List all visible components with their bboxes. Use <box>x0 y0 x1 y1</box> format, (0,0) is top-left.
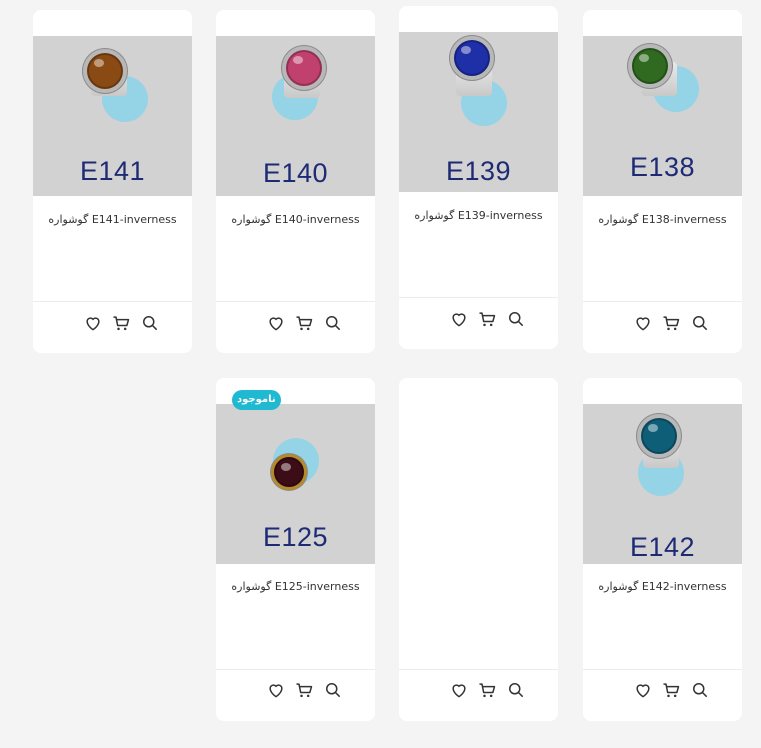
product-title[interactable]: گوشواره E138-inverness <box>583 213 742 226</box>
divider <box>399 297 558 298</box>
gemstone-icon <box>83 49 127 93</box>
product-actions <box>216 680 375 700</box>
divider <box>33 301 192 302</box>
search-icon[interactable] <box>506 309 526 329</box>
search-icon[interactable] <box>690 313 710 333</box>
cart-icon[interactable] <box>661 680 681 700</box>
product-title[interactable]: گوشواره E141-inverness <box>33 213 192 226</box>
out-of-stock-badge: ناموجود <box>232 390 281 410</box>
product-code-label: E138 <box>629 152 696 182</box>
product-actions <box>216 313 375 333</box>
cart-icon[interactable] <box>294 313 314 333</box>
product-code-label: E140 <box>262 158 329 188</box>
product-code-label: E142 <box>629 532 696 562</box>
divider <box>399 669 558 670</box>
heart-icon[interactable] <box>633 313 653 333</box>
divider <box>583 301 742 302</box>
product-card: E138 گوشواره E138-inverness <box>583 10 742 353</box>
product-actions <box>33 313 192 333</box>
heart-icon[interactable] <box>633 680 653 700</box>
gemstone-icon <box>450 36 494 80</box>
product-card-placeholder <box>399 378 558 721</box>
product-title[interactable]: گوشواره E142-inverness <box>583 580 742 593</box>
product-actions <box>399 680 558 700</box>
heart-icon[interactable] <box>449 309 469 329</box>
product-actions <box>583 680 742 700</box>
cart-icon[interactable] <box>294 680 314 700</box>
product-card: E141 گوشواره E141-inverness <box>33 10 192 353</box>
product-image[interactable]: E125 <box>216 404 375 564</box>
search-icon[interactable] <box>323 313 343 333</box>
cart-icon[interactable] <box>477 680 497 700</box>
divider <box>216 301 375 302</box>
product-code-label: E125 <box>262 522 329 552</box>
product-card: E140 گوشواره E140-inverness <box>216 10 375 353</box>
cart-icon[interactable] <box>477 309 497 329</box>
product-image[interactable]: E140 <box>216 36 375 196</box>
divider <box>583 669 742 670</box>
heart-icon[interactable] <box>83 313 103 333</box>
heart-icon[interactable] <box>266 313 286 333</box>
product-title[interactable]: گوشواره E140-inverness <box>216 213 375 226</box>
product-card: E139 گوشواره E139-inverness <box>399 6 558 349</box>
divider <box>216 669 375 670</box>
product-image[interactable]: E142 <box>583 404 742 564</box>
product-actions <box>583 313 742 333</box>
product-card: E142 گوشواره E142-inverness <box>583 378 742 721</box>
search-icon[interactable] <box>140 313 160 333</box>
product-actions <box>399 309 558 329</box>
product-image[interactable]: E138 <box>583 36 742 196</box>
product-code-label: E141 <box>79 156 146 186</box>
gemstone-icon <box>637 414 681 458</box>
product-title[interactable]: گوشواره E139-inverness <box>399 209 558 222</box>
product-card: E125 ناموجود گوشواره E125-inverness <box>216 378 375 721</box>
product-image[interactable]: E141 <box>33 36 192 196</box>
product-title[interactable]: گوشواره E125-inverness <box>216 580 375 593</box>
product-image[interactable]: E139 <box>399 32 558 192</box>
gemstone-icon <box>628 44 672 88</box>
cart-icon[interactable] <box>111 313 131 333</box>
gemstone-icon <box>271 454 307 490</box>
search-icon[interactable] <box>323 680 343 700</box>
search-icon[interactable] <box>690 680 710 700</box>
search-icon[interactable] <box>506 680 526 700</box>
gemstone-icon <box>282 46 326 90</box>
heart-icon[interactable] <box>266 680 286 700</box>
cart-icon[interactable] <box>661 313 681 333</box>
heart-icon[interactable] <box>449 680 469 700</box>
product-code-label: E139 <box>445 156 512 186</box>
